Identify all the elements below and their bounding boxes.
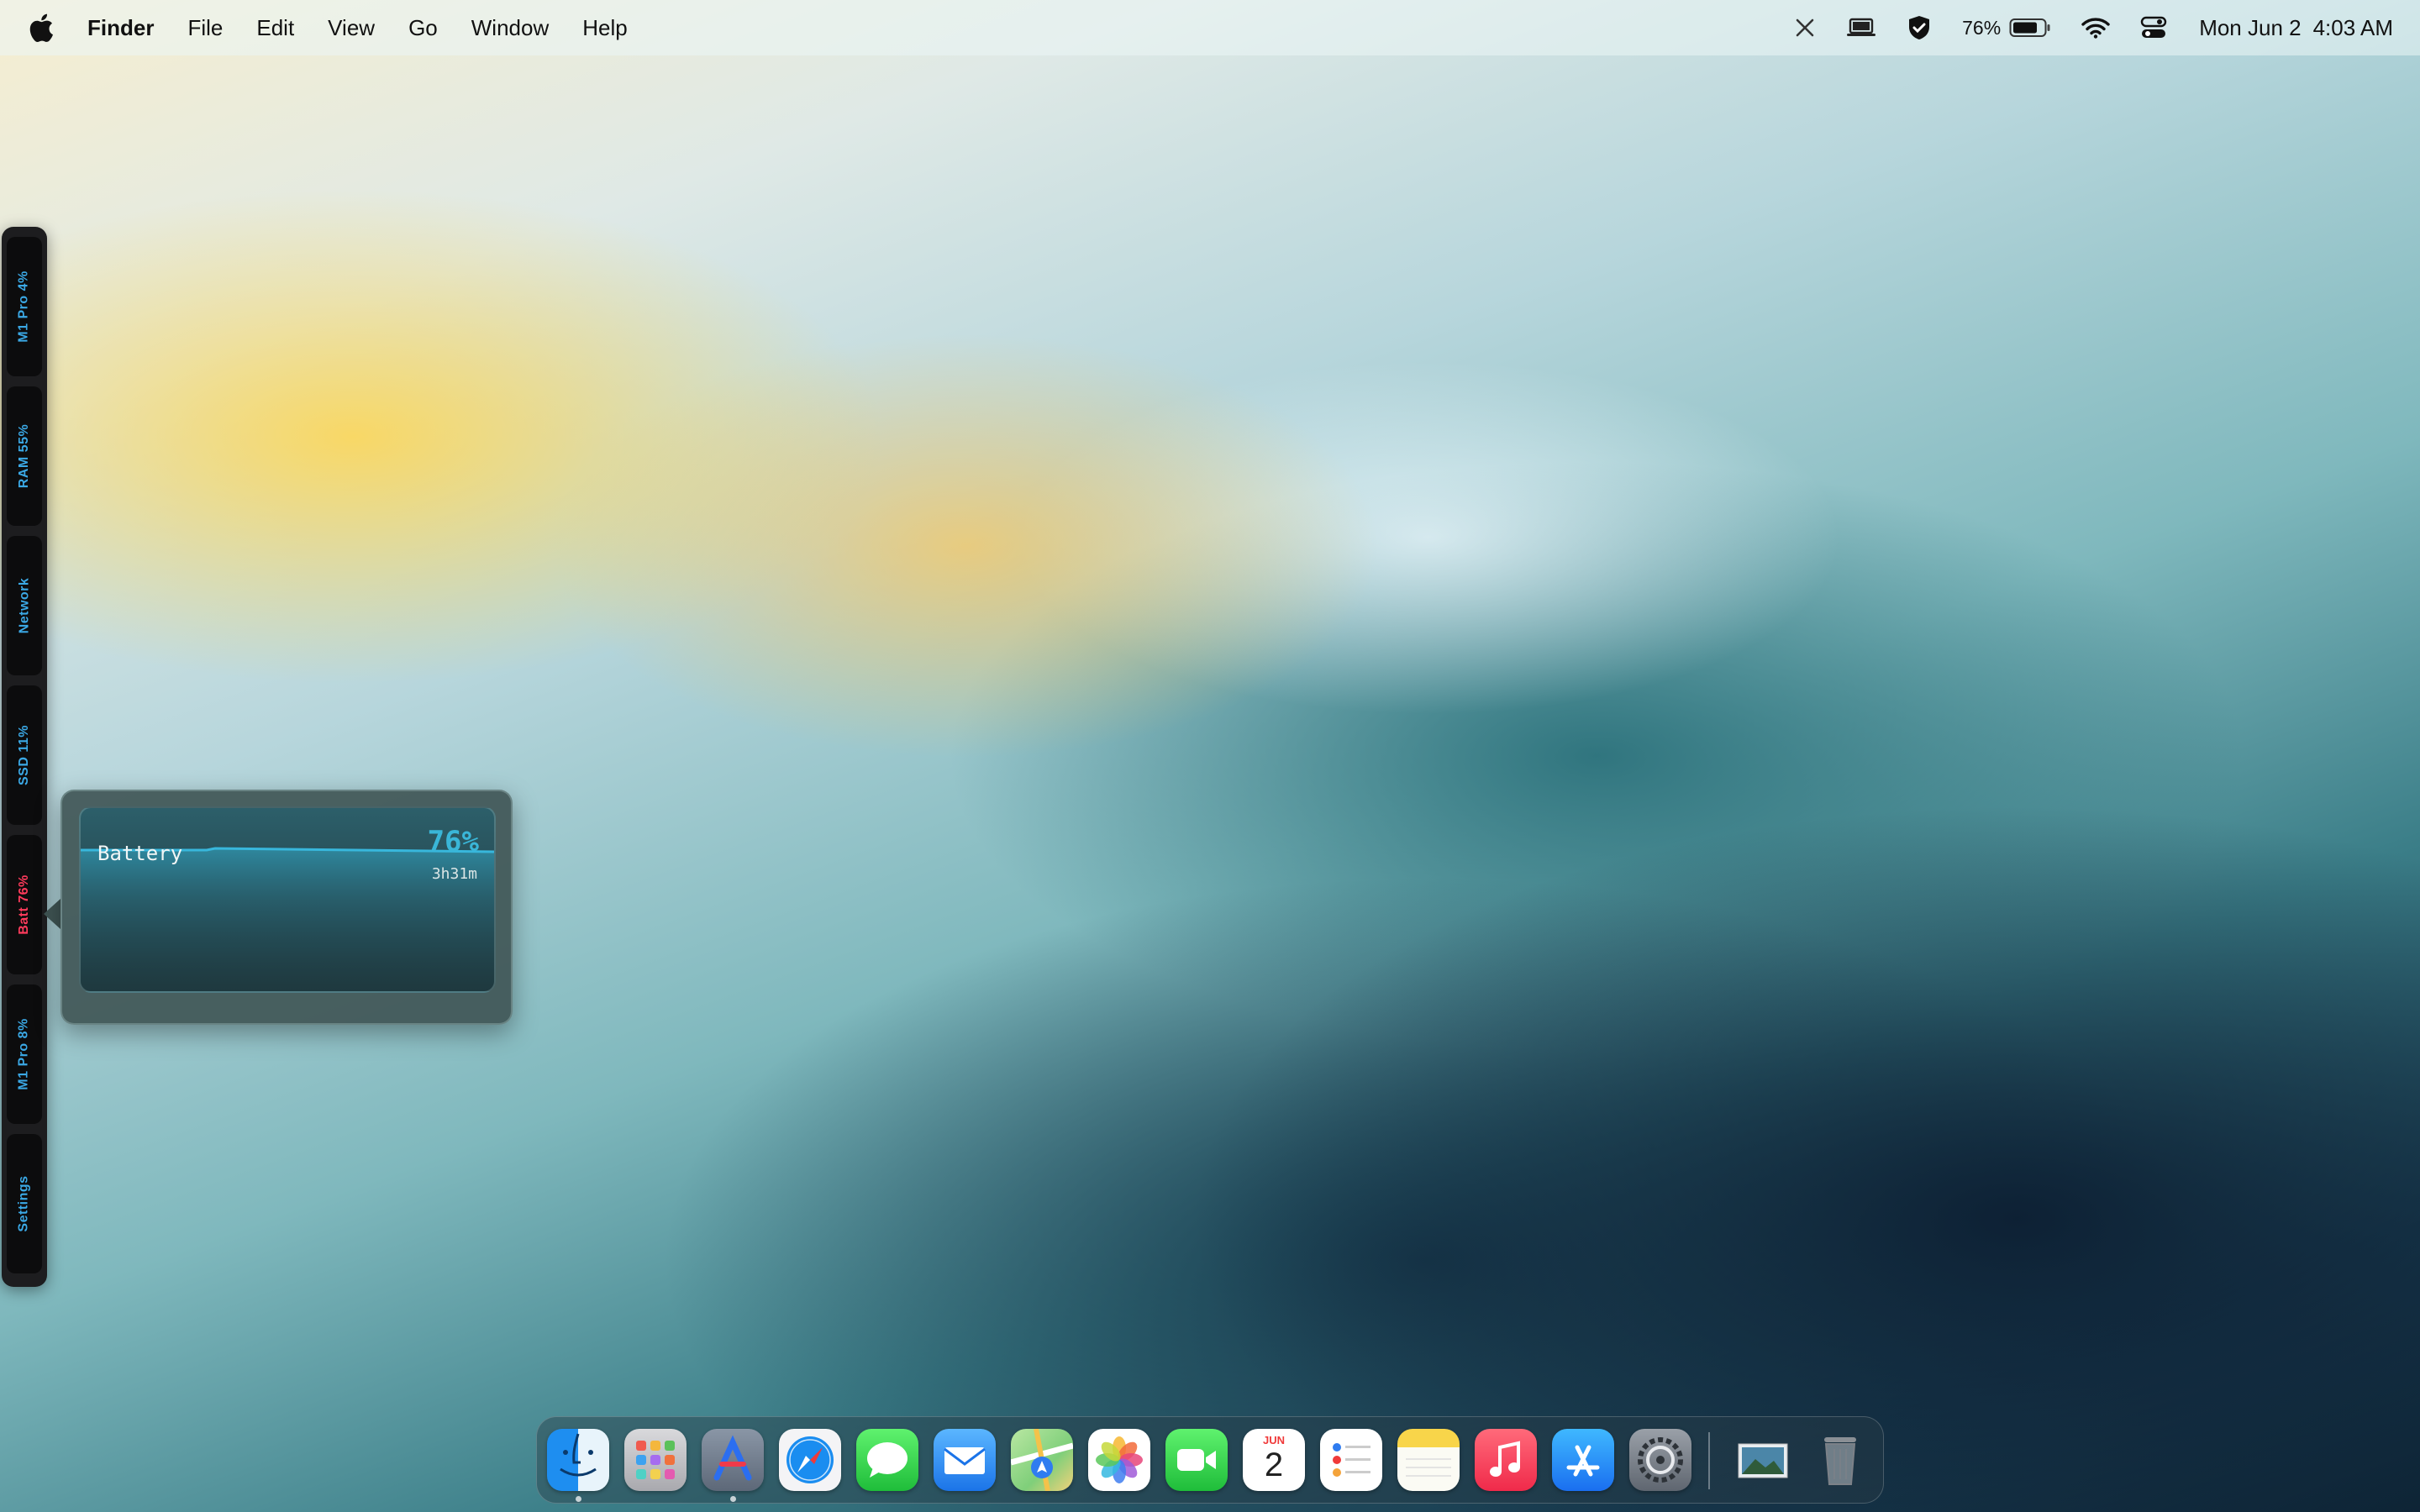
maps-icon[interactable] (1011, 1429, 1073, 1491)
menu-go[interactable]: Go (408, 15, 438, 41)
sidebar-tab-label: M1 Pro 4% (17, 270, 32, 343)
menu-app-name[interactable]: Finder (87, 15, 154, 41)
trash-icon[interactable] (1809, 1429, 1871, 1491)
launchpad-icon[interactable] (624, 1429, 687, 1491)
reminders-icon[interactable] (1320, 1429, 1382, 1491)
sidebar-tab-cpu[interactable]: M1 Pro 4% (7, 237, 42, 376)
menu-clock[interactable]: Mon Jun 2 4:03 AM (2199, 15, 2393, 41)
running-indicator (576, 1496, 581, 1502)
messages-icon[interactable] (856, 1429, 918, 1491)
sidebar-tab-gpu[interactable]: M1 Pro 8% (7, 984, 42, 1124)
close-icon[interactable] (1794, 17, 1816, 39)
sidebar-tab-battery[interactable]: Batt 76% (7, 835, 42, 974)
safari-icon[interactable] (779, 1429, 841, 1491)
laptop-icon[interactable] (1846, 17, 1876, 39)
notes-icon[interactable] (1397, 1429, 1460, 1491)
menu-file[interactable]: File (187, 15, 223, 41)
sidebar-tab-label: M1 Pro 8% (17, 1018, 32, 1090)
instruments-icon[interactable] (702, 1429, 764, 1491)
clock-time: 4:03 AM (2312, 14, 2393, 40)
calendar-day: 2 (1264, 1446, 1284, 1483)
control-center-icon[interactable] (2140, 16, 2167, 39)
dock-separator (1708, 1432, 1710, 1489)
dock: JUN 2 (536, 1416, 1884, 1504)
battery-status[interactable]: 76% (1962, 17, 2051, 39)
sidebar-tab-settings[interactable]: Settings (7, 1134, 42, 1273)
battery-icon (2009, 18, 2050, 37)
battery-title: Battery (97, 842, 183, 865)
menu-view[interactable]: View (328, 15, 375, 41)
app-store-icon[interactable] (1552, 1429, 1614, 1491)
finder-icon[interactable] (547, 1429, 609, 1491)
sidebar-tab-label: SSD 11% (17, 725, 32, 785)
battery-time-remaining: 3h31m (431, 865, 477, 883)
music-icon[interactable] (1475, 1429, 1537, 1491)
mail-icon[interactable] (934, 1429, 996, 1491)
sidebar-tab-ram[interactable]: RAM 55% (7, 386, 42, 526)
running-indicator (730, 1496, 736, 1502)
sidebar-tab-ssd[interactable]: SSD 11% (7, 685, 42, 825)
menu-window[interactable]: Window (471, 15, 549, 41)
battery-graph-card: Battery 76% 3h31m (79, 806, 496, 993)
battery-percent-value: 76% (427, 825, 479, 858)
preview-stack-icon[interactable] (1732, 1429, 1794, 1491)
system-settings-icon[interactable] (1629, 1429, 1691, 1491)
apple-menu-icon[interactable] (29, 12, 57, 44)
calendar-icon[interactable]: JUN 2 (1243, 1429, 1305, 1491)
facetime-icon[interactable] (1165, 1429, 1228, 1491)
battery-popover: Battery 76% 3h31m (60, 790, 513, 1025)
menu-help[interactable]: Help (582, 15, 627, 41)
menu-edit[interactable]: Edit (256, 15, 294, 41)
clock-date: Mon Jun 2 (2199, 14, 2302, 40)
sidebar-tab-label: RAM 55% (17, 423, 31, 489)
shield-icon[interactable] (1907, 14, 1932, 41)
sidebar-tab-network[interactable]: Network (7, 536, 42, 675)
battery-percent-text: 76% (1962, 16, 2002, 39)
menu-bar: Finder File Edit View Go Window Help 76%… (0, 0, 2420, 55)
sidebar-tab-label: Network (17, 577, 31, 634)
wifi-icon[interactable] (2081, 17, 2110, 39)
stats-sidebar: M1 Pro 4% RAM 55% Network SSD 11% Batt 7… (2, 227, 47, 1287)
calendar-month: JUN (1262, 1434, 1285, 1446)
photos-icon[interactable] (1088, 1429, 1150, 1491)
popover-pointer (44, 899, 60, 929)
sidebar-tab-label: Batt 76% (17, 874, 32, 935)
sidebar-tab-label: Settings (17, 1175, 31, 1232)
